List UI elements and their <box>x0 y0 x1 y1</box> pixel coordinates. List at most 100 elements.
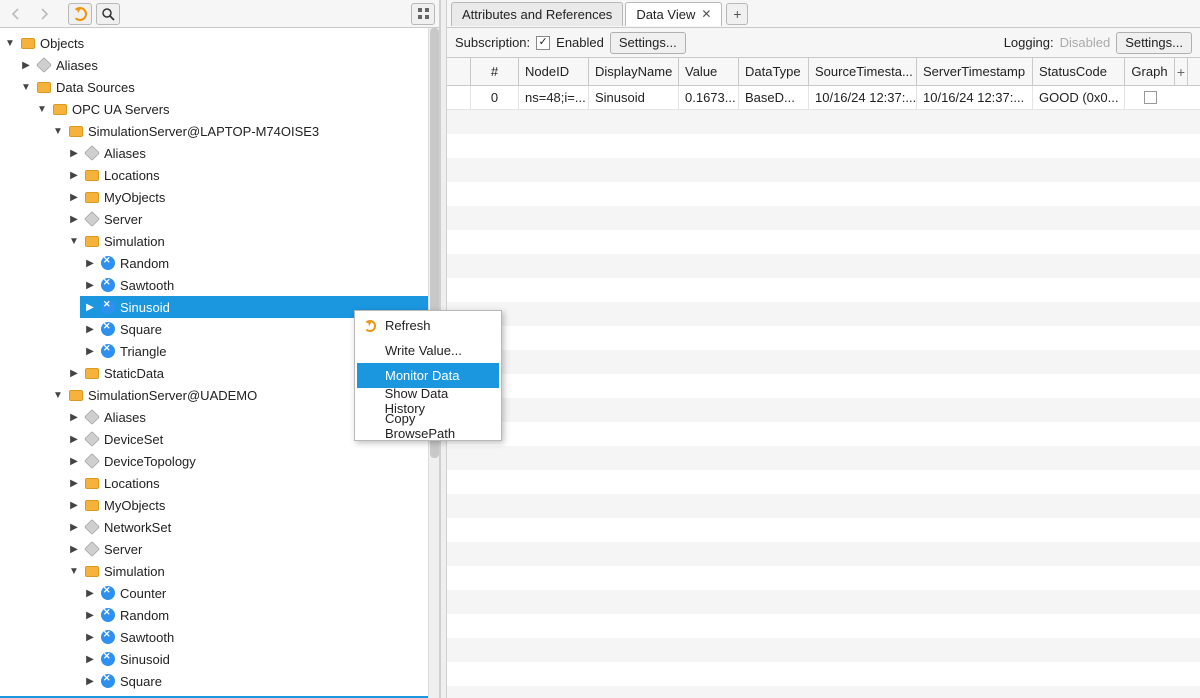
grid-header[interactable]: # NodeID DisplayName Value DataType Sour… <box>447 58 1200 86</box>
cell-displayname: Sinusoid <box>589 86 679 109</box>
tree-item-label: MyObjects <box>104 498 165 513</box>
col-servertimestamp[interactable]: ServerTimestamp <box>917 58 1033 85</box>
col-statuscode[interactable]: StatusCode <box>1033 58 1125 85</box>
caret-down-icon[interactable]: ▼ <box>68 235 80 247</box>
caret-right-icon[interactable]: ▶ <box>68 455 80 467</box>
tree-item[interactable]: ▶Counter <box>80 582 439 604</box>
context-menu-item[interactable]: Show Data History <box>357 388 499 413</box>
caret-right-icon[interactable]: ▶ <box>84 587 96 599</box>
col-value[interactable]: Value <box>679 58 739 85</box>
caret-right-icon[interactable]: ▶ <box>68 367 80 379</box>
tree-item[interactable]: ▶ MyObjects <box>64 494 439 516</box>
table-row[interactable]: 0ns=48;i=...Sinusoid0.1673...BaseD...10/… <box>447 86 1200 110</box>
caret-right-icon[interactable]: ▶ <box>84 631 96 643</box>
context-menu[interactable]: RefreshWrite Value...Monitor DataShow Da… <box>354 310 502 441</box>
caret-down-icon[interactable]: ▼ <box>36 103 48 115</box>
tree-item[interactable]: ▶Sawtooth <box>80 626 439 648</box>
back-button[interactable] <box>4 3 28 25</box>
graph-checkbox[interactable] <box>1144 91 1157 104</box>
col-index[interactable]: # <box>471 58 519 85</box>
col-datatype[interactable]: DataType <box>739 58 809 85</box>
caret-right-icon[interactable]: ▶ <box>84 301 96 313</box>
tab[interactable]: Attributes and References <box>451 2 623 26</box>
col-graph[interactable]: Graph <box>1125 58 1175 85</box>
caret-right-icon[interactable]: ▶ <box>84 257 96 269</box>
tree-item[interactable]: ▶Square <box>80 670 439 692</box>
tree-item[interactable]: ▶Aliases <box>64 142 439 164</box>
cell-graph[interactable] <box>1125 86 1175 109</box>
enabled-label: Enabled <box>556 35 604 50</box>
refresh-icon <box>363 319 377 333</box>
variable-icon <box>100 673 116 689</box>
caret-right-icon[interactable]: ▶ <box>68 521 80 533</box>
caret-down-icon[interactable]: ▼ <box>4 37 16 49</box>
caret-right-icon[interactable]: ▶ <box>68 169 80 181</box>
tree-item[interactable]: ▶Locations <box>64 472 439 494</box>
col-nodeid[interactable]: NodeID <box>519 58 589 85</box>
tree-item[interactable]: ▶Server <box>64 208 439 230</box>
col-add[interactable]: + <box>1175 58 1188 85</box>
context-menu-item[interactable]: Monitor Data <box>357 363 499 388</box>
context-menu-item[interactable]: Write Value... <box>357 338 499 363</box>
caret-right-icon[interactable]: ▶ <box>84 609 96 621</box>
tree-item[interactable]: ▶Random <box>80 604 439 626</box>
tree-item[interactable]: ▼Objects <box>0 32 439 54</box>
tree-item-label: Aliases <box>56 58 98 73</box>
col-sourcetimestamp[interactable]: SourceTimesta... <box>809 58 917 85</box>
caret-down-icon[interactable]: ▼ <box>20 81 32 93</box>
tab[interactable]: Data View✕ <box>625 2 722 26</box>
cell-sourcetimestamp: 10/16/24 12:37:... <box>809 86 917 109</box>
folder-icon <box>84 475 100 491</box>
tab-close-icon[interactable]: ✕ <box>701 7 711 21</box>
caret-right-icon[interactable]: ▶ <box>84 345 96 357</box>
cell-datatype: BaseD... <box>739 86 809 109</box>
add-tab-button[interactable]: + <box>726 3 748 25</box>
caret-right-icon[interactable]: ▶ <box>68 147 80 159</box>
caret-right-icon[interactable]: ▶ <box>68 411 80 423</box>
caret-right-icon[interactable]: ▶ <box>68 477 80 489</box>
object-icon <box>84 541 100 557</box>
context-menu-item[interactable]: Refresh <box>357 313 499 338</box>
context-menu-item[interactable]: Copy BrowsePath <box>357 413 499 438</box>
cell-value: 0.1673... <box>679 86 739 109</box>
tree-item[interactable]: ▼SimulationServer@LAPTOP-M74OISE3 <box>48 120 439 142</box>
folder-icon <box>84 167 100 183</box>
refresh-button[interactable] <box>68 3 92 25</box>
collapse-button[interactable] <box>411 3 435 25</box>
tree-item[interactable]: ▶Locations <box>64 164 439 186</box>
subscription-settings-button[interactable]: Settings... <box>610 32 686 54</box>
tree-item[interactable]: ▼OPC UA Servers <box>32 98 439 120</box>
object-icon <box>36 57 52 73</box>
tab-label: Attributes and References <box>462 7 612 22</box>
col-displayname[interactable]: DisplayName <box>589 58 679 85</box>
tree-item[interactable]: ▶Sawtooth <box>80 274 439 296</box>
tree-item[interactable]: ▶Server <box>64 538 439 560</box>
tree-item[interactable]: ▶Random <box>80 252 439 274</box>
caret-right-icon[interactable]: ▶ <box>84 323 96 335</box>
caret-right-icon[interactable]: ▶ <box>84 675 96 687</box>
tree-item[interactable]: ▼Simulation <box>64 560 439 582</box>
caret-right-icon[interactable]: ▶ <box>68 499 80 511</box>
tree-item[interactable]: ▶Sinusoid <box>80 648 439 670</box>
tree-item[interactable]: ▶NetworkSet <box>64 516 439 538</box>
folder-icon <box>84 563 100 579</box>
tree-item[interactable]: ▼Data Sources <box>16 76 439 98</box>
caret-right-icon[interactable]: ▶ <box>68 543 80 555</box>
caret-down-icon[interactable]: ▼ <box>52 389 64 401</box>
caret-down-icon[interactable]: ▼ <box>52 125 64 137</box>
caret-right-icon[interactable]: ▶ <box>84 279 96 291</box>
caret-right-icon[interactable]: ▶ <box>68 213 80 225</box>
caret-right-icon[interactable]: ▶ <box>20 59 32 71</box>
tree-item[interactable]: ▼Simulation <box>64 230 439 252</box>
caret-right-icon[interactable]: ▶ <box>68 433 80 445</box>
caret-down-icon[interactable]: ▼ <box>68 565 80 577</box>
enabled-checkbox[interactable]: ✓ <box>536 36 550 50</box>
caret-right-icon[interactable]: ▶ <box>68 191 80 203</box>
caret-right-icon[interactable]: ▶ <box>84 653 96 665</box>
tree-item[interactable]: ▶MyObjects <box>64 186 439 208</box>
tree-item[interactable]: ▶DeviceTopology <box>64 450 439 472</box>
logging-settings-button[interactable]: Settings... <box>1116 32 1192 54</box>
search-button[interactable] <box>96 3 120 25</box>
forward-button[interactable] <box>32 3 56 25</box>
tree-item[interactable]: ▶ Aliases <box>16 54 439 76</box>
